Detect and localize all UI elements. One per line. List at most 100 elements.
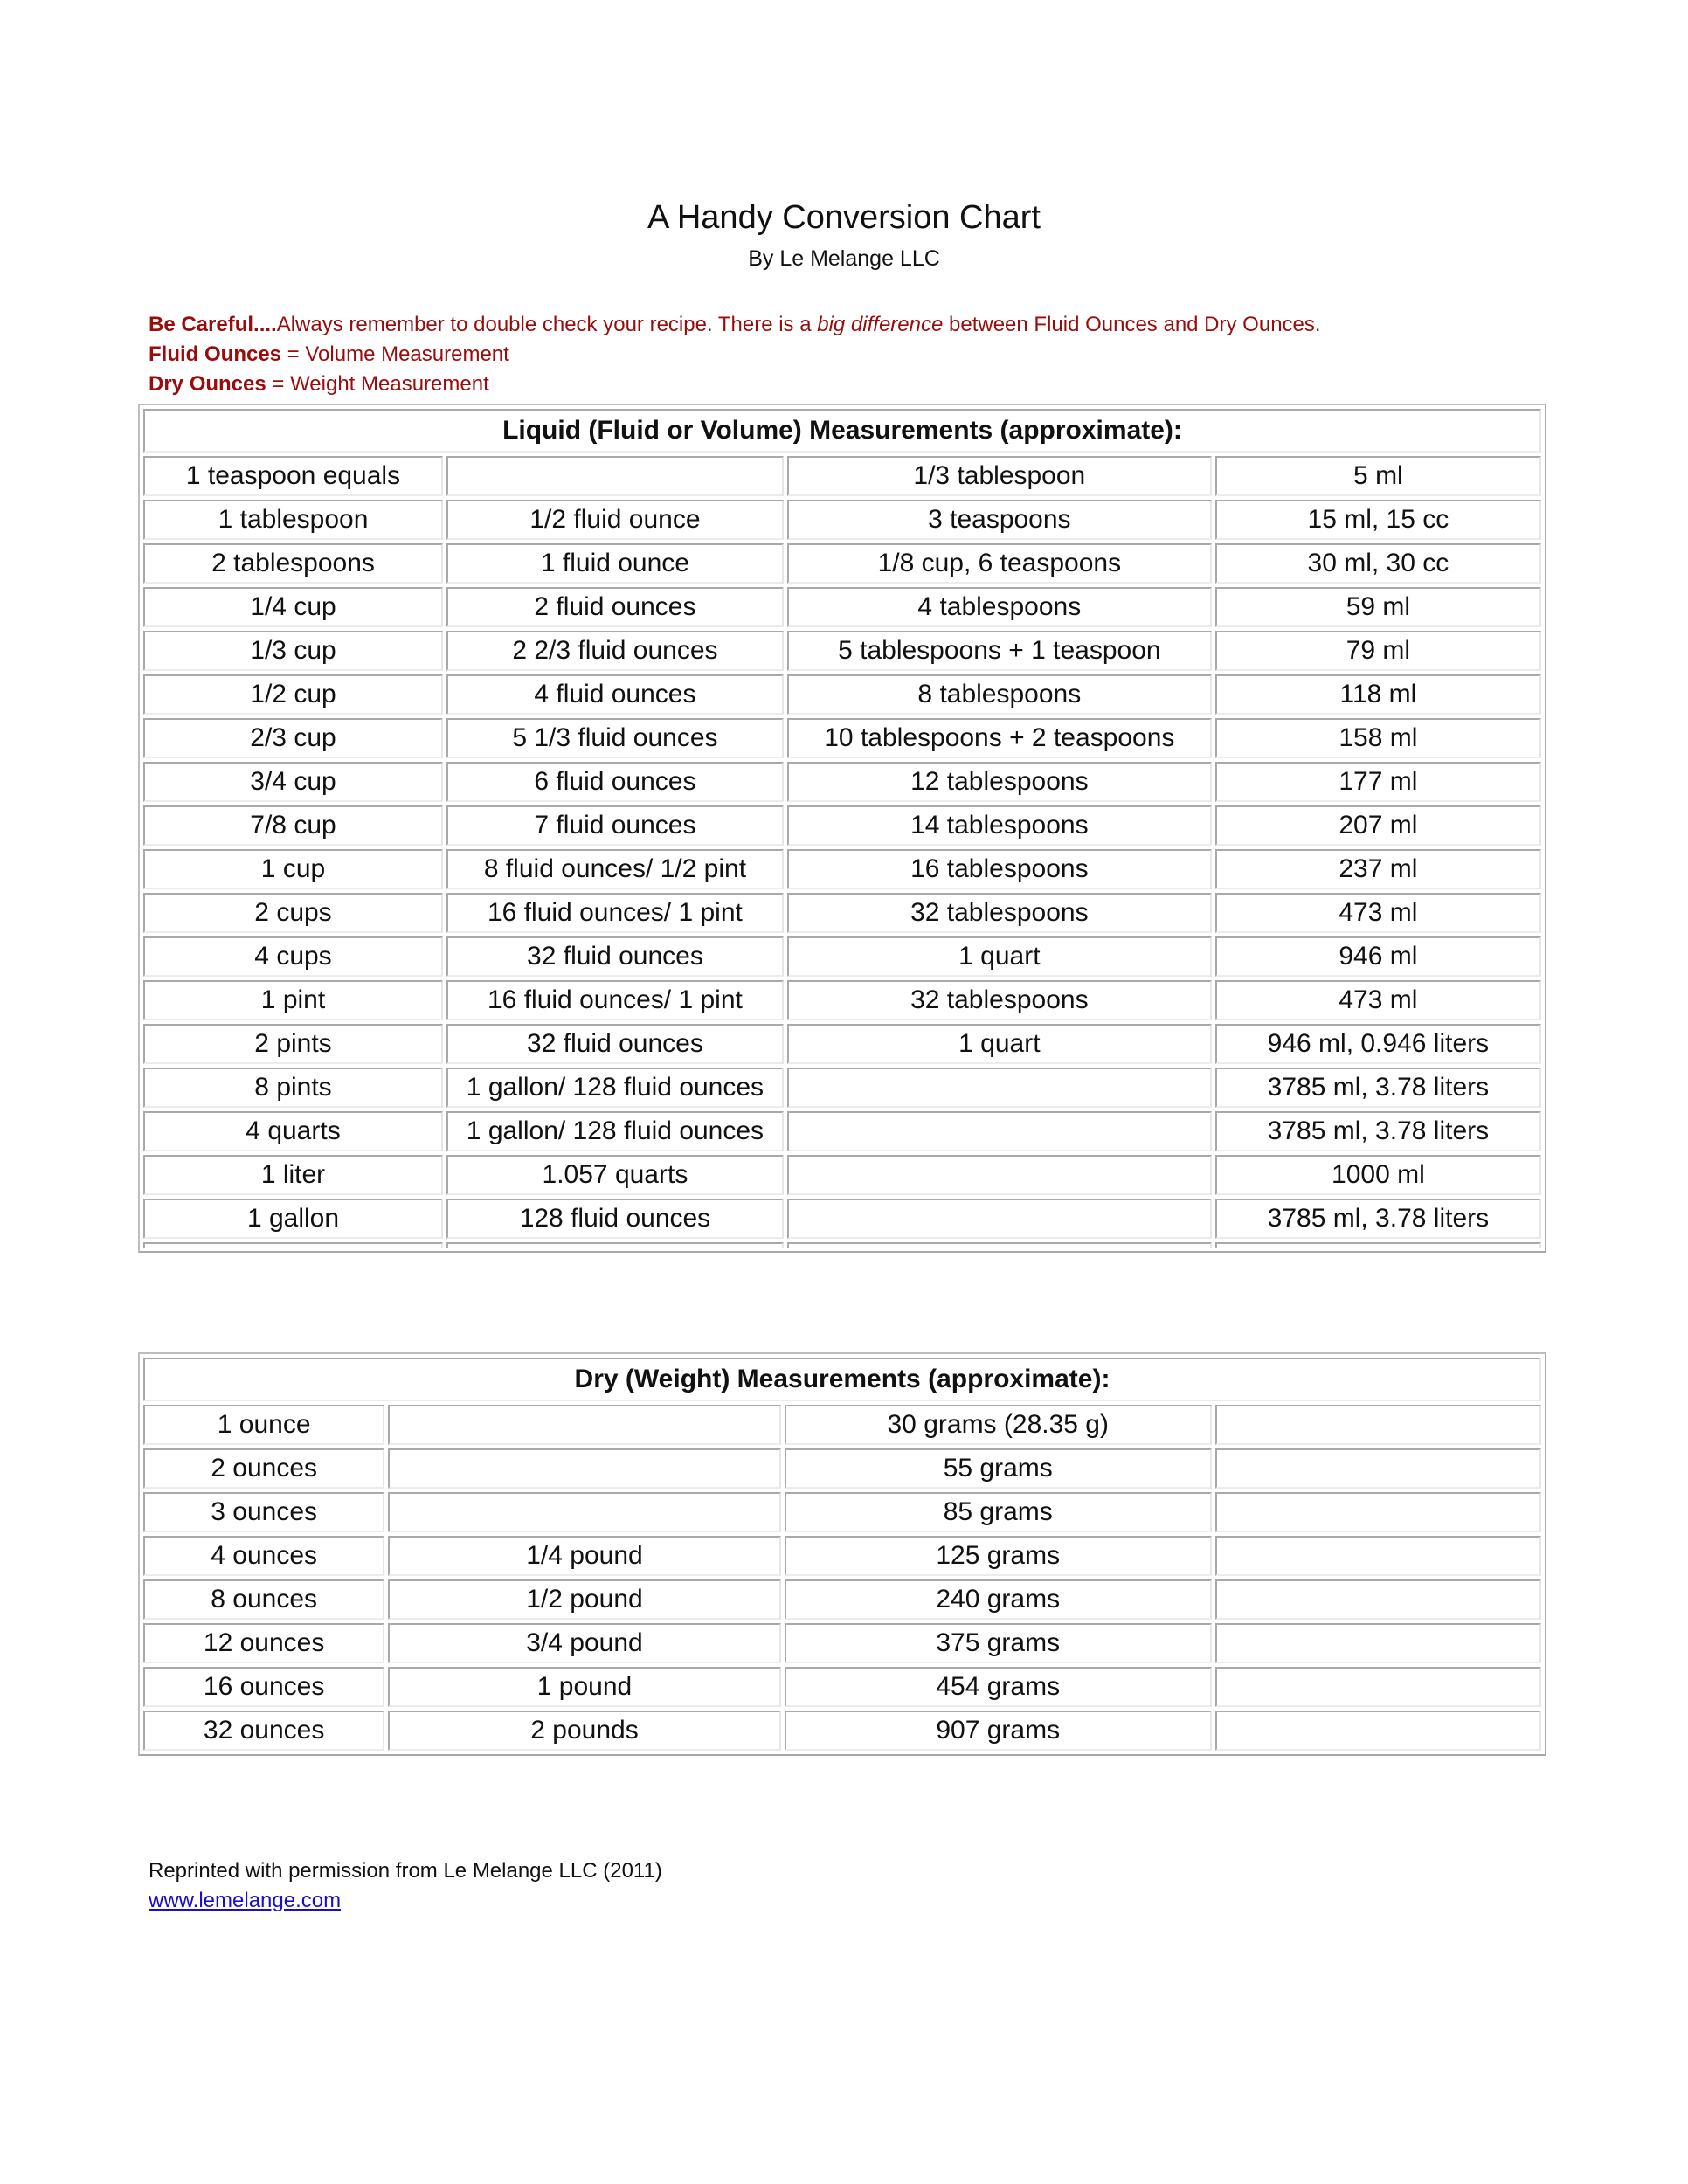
table-cell: 2 2/3 fluid ounces (446, 631, 784, 671)
table-cell: 1 gallon/ 128 fluid ounces (446, 1068, 784, 1108)
table-row: 7/8 cup 7 fluid ounces 14 tablespoons 207 m… (143, 805, 1541, 846)
table-row: 2 ounces 55 grams (143, 1448, 1541, 1489)
table-cell: 12 ounces (143, 1623, 385, 1663)
table-cell: 1 gallon (143, 1199, 443, 1239)
table-row: 2 pints 32 fluid ounces 1 quart 946 ml, 0.9… (143, 1024, 1541, 1064)
table-cell: 55 grams (784, 1448, 1212, 1489)
table-cell: 32 ounces (143, 1711, 385, 1751)
dry-table-heading: Dry (Weight) Measurements (approximate): (143, 1358, 1541, 1401)
table-cell: 1/2 fluid ounce (446, 500, 784, 540)
table-cell: 1 quart (786, 936, 1212, 977)
dry-ounces-text: = Weight Measurement (266, 372, 489, 396)
dry-ounces-label: Dry Ounces (149, 372, 266, 396)
table-cell: 1 pound (388, 1667, 781, 1707)
table-row: 1 gallon 128 fluid ounces 3785 ml, 3.78 li… (143, 1199, 1541, 1239)
table-row: 4 cups 32 fluid ounces 1 quart 946 ml (143, 936, 1541, 977)
table-cell: 3785 ml, 3.78 liters (1214, 1111, 1541, 1151)
table-cell: 207 ml (1214, 805, 1541, 846)
liquid-table-heading: Liquid (Fluid or Volume) Measurements (a… (143, 409, 1541, 453)
table-cell: 1.057 quarts (446, 1155, 784, 1195)
table-cell: 240 grams (784, 1579, 1212, 1620)
reprint-credit: Reprinted with permission from Le Melang… (149, 1859, 662, 1883)
table-row: 3 ounces 85 grams (143, 1492, 1541, 1532)
website-link[interactable]: www.lemelange.com (149, 1889, 341, 1913)
table-row: 3/4 cup 6 fluid ounces 12 tablespoons 177 m… (143, 762, 1541, 802)
table-cell: 15 ml, 15 cc (1214, 500, 1541, 540)
table-cell: 4 cups (143, 936, 443, 977)
table-cell (1214, 1711, 1541, 1751)
table-cell: 7 fluid ounces (446, 805, 784, 846)
table-cell: 16 fluid ounces/ 1 pint (446, 893, 784, 933)
table-cell: 1000 ml (1214, 1155, 1541, 1195)
table-cell: 4 quarts (143, 1111, 443, 1151)
table-row: 12 ounces 3/4 pound 375 grams (143, 1623, 1541, 1663)
table-cell: 5 tablespoons + 1 teaspoon (786, 631, 1212, 671)
careful-note-text-2: between Fluid Ounces and Dry Ounces. (943, 313, 1321, 336)
table-row: 4 ounces 1/4 pound 125 grams (143, 1536, 1541, 1576)
table-row: 1 teaspoon equals 1/3 tablespoon 5 ml (143, 456, 1541, 496)
table-cell: 10 tablespoons + 2 teaspoons (786, 718, 1212, 758)
table-cell: 3 teaspoons (786, 500, 1212, 540)
page-title: A Handy Conversion Chart (647, 199, 1041, 236)
table-cell: 158 ml (1214, 718, 1541, 758)
table-cell: 946 ml, 0.946 liters (1214, 1024, 1541, 1064)
table-row: 2 tablespoons 1 fluid ounce 1/8 cup, 6 tea… (143, 543, 1541, 584)
table-cell: 177 ml (1214, 762, 1541, 802)
table-cell (786, 1199, 1212, 1239)
spacer-cell (786, 1242, 1212, 1248)
table-cell: 1/4 pound (388, 1536, 781, 1576)
table-cell (1214, 1536, 1541, 1576)
table-cell: 2 fluid ounces (446, 587, 784, 627)
careful-note-italic: big difference (817, 313, 944, 336)
table-cell: 454 grams (784, 1667, 1212, 1707)
table-cell: 1/2 pound (388, 1579, 781, 1620)
careful-note: Be Careful....Always remember to double … (149, 313, 1321, 337)
table-cell: 3/4 pound (388, 1623, 781, 1663)
table-cell: 1 tablespoon (143, 500, 443, 540)
table-cell (1214, 1623, 1541, 1663)
table-cell (786, 1155, 1212, 1195)
liquid-measurements-table: Liquid (Fluid or Volume) Measurements (a… (138, 404, 1546, 1253)
table-cell: 2 tablespoons (143, 543, 443, 584)
dry-measurements-table: Dry (Weight) Measurements (approximate):… (138, 1352, 1546, 1756)
table-cell: 32 tablespoons (786, 980, 1212, 1020)
table-cell: 3 ounces (143, 1492, 385, 1532)
table-row: 1 pint 16 fluid ounces/ 1 pint 32 tablespo… (143, 980, 1541, 1020)
table-cell: 907 grams (784, 1711, 1212, 1751)
table-cell: 12 tablespoons (786, 762, 1212, 802)
table-cell: 1 gallon/ 128 fluid ounces (446, 1111, 784, 1151)
table-row: 2 cups 16 fluid ounces/ 1 pint 32 tablespo… (143, 893, 1541, 933)
table-cell: 85 grams (784, 1492, 1212, 1532)
fluid-ounces-label: Fluid Ounces (149, 342, 282, 366)
table-cell (1214, 1579, 1541, 1620)
table-cell: 8 pints (143, 1068, 443, 1108)
table-row: 1 liter 1.057 quarts 1000 ml (143, 1155, 1541, 1195)
table-cell: 1 pint (143, 980, 443, 1020)
table-row: 4 quarts 1 gallon/ 128 fluid ounces 3785 m… (143, 1111, 1541, 1151)
table-cell: 8 ounces (143, 1579, 385, 1620)
table-cell: 3785 ml, 3.78 liters (1214, 1068, 1541, 1108)
table-row: 1 cup 8 fluid ounces/ 1/2 pint 16 tablespo… (143, 849, 1541, 889)
table-cell: 1/2 cup (143, 674, 443, 715)
table-cell: 375 grams (784, 1623, 1212, 1663)
table-cell: 4 tablespoons (786, 587, 1212, 627)
spacer-row (143, 1242, 1541, 1248)
spacer-cell (1214, 1242, 1541, 1248)
table-cell: 473 ml (1214, 980, 1541, 1020)
table-cell: 30 ml, 30 cc (1214, 543, 1541, 584)
table-row: 1 ounce 30 grams (28.35 g) (143, 1405, 1541, 1445)
table-row: 1/4 cup 2 fluid ounces 4 tablespoons 59 ml (143, 587, 1541, 627)
table-cell (786, 1068, 1212, 1108)
table-row: 1/3 cup 2 2/3 fluid ounces 5 tablespoons +… (143, 631, 1541, 671)
table-cell: 5 1/3 fluid ounces (446, 718, 784, 758)
table-cell: 14 tablespoons (786, 805, 1212, 846)
table-row: 16 ounces 1 pound 454 grams (143, 1667, 1541, 1707)
spacer-cell (143, 1242, 443, 1248)
spacer-cell (446, 1242, 784, 1248)
table-cell (1214, 1492, 1541, 1532)
table-row: 2/3 cup 5 1/3 fluid ounces 10 tablespoons … (143, 718, 1541, 758)
table-cell: 1/3 tablespoon (786, 456, 1212, 496)
table-cell: 946 ml (1214, 936, 1541, 977)
table-cell: 1 liter (143, 1155, 443, 1195)
table-cell: 3/4 cup (143, 762, 443, 802)
